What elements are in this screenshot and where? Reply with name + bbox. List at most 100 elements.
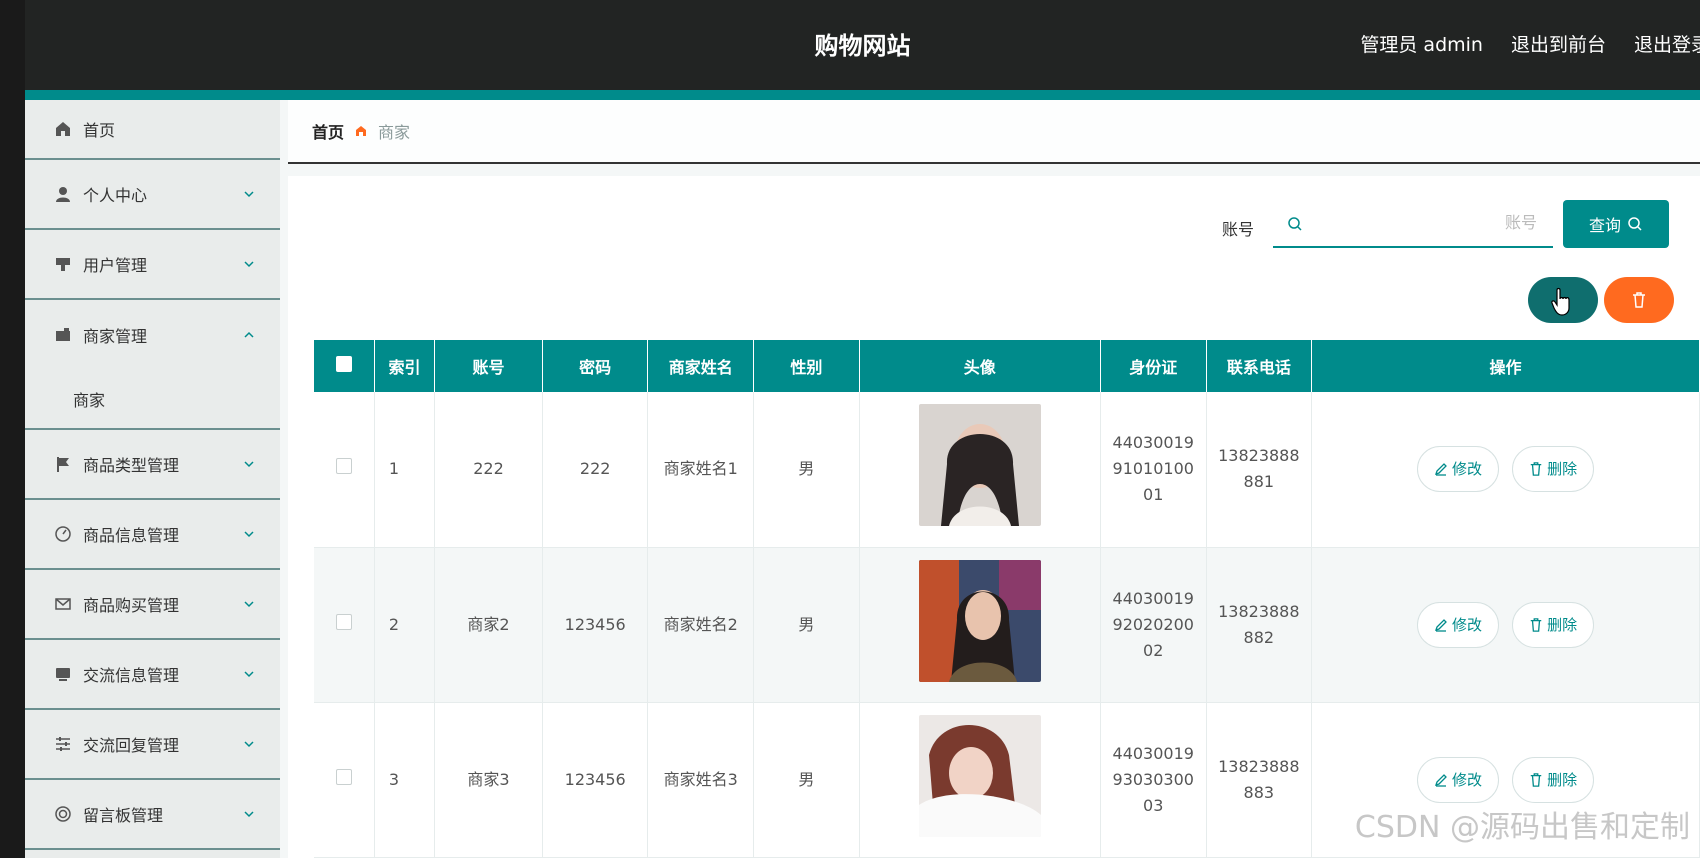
index-cell: 1	[374, 392, 436, 548]
sidebar: 首页 个人中心 用户管理 商家管理 商家 商品类型管理 商品信息管理 商品购买管…	[25, 100, 280, 858]
trash-icon	[1530, 617, 1542, 632]
search-label: 账号	[1222, 220, 1255, 239]
sidebar-item-merchants[interactable]: 商家管理	[25, 300, 280, 370]
index-cell: 3	[374, 702, 436, 858]
query-button[interactable]: 查询	[1563, 200, 1669, 248]
column-header: 账号	[434, 340, 543, 392]
id-card-cell: 440300199303030003	[1100, 702, 1207, 858]
chevron-down-icon	[244, 191, 254, 198]
column-header: 密码	[542, 340, 649, 392]
edit-button[interactable]: 修改	[1416, 601, 1499, 648]
account-cell: 商家2	[434, 547, 543, 703]
row-checkbox-cell	[314, 392, 375, 548]
sidebar-item-personal[interactable]: 个人中心	[25, 160, 280, 230]
users-icon	[53, 254, 73, 274]
edit-button[interactable]: 修改	[1416, 756, 1499, 803]
sidebar-item-guestbook[interactable]: 留言板管理	[25, 780, 280, 850]
merchant-table: 索引 账号 密码 商家姓名 性别 头像 身份证 联系电话 操作 1 222 22…	[314, 340, 1700, 858]
row-checkbox[interactable]	[335, 768, 352, 785]
chevron-down-icon	[244, 671, 254, 678]
delete-button-label: 删除	[1547, 615, 1578, 634]
actions-cell: 修改 删除	[1311, 392, 1700, 548]
batch-delete-button[interactable]	[1604, 277, 1674, 323]
column-header: 性别	[753, 340, 860, 392]
flag-icon	[53, 454, 73, 474]
hand-cursor-icon	[1551, 287, 1570, 316]
column-header: 索引	[374, 340, 436, 392]
chevron-down-icon	[244, 531, 254, 538]
table-header-row: 索引 账号 密码 商家姓名 性别 头像 身份证 联系电话 操作	[314, 340, 1700, 392]
password-cell: 123456	[542, 702, 649, 858]
avatar-cell	[859, 702, 1101, 858]
phone-value: 13823888882	[1218, 601, 1300, 647]
gender-cell: 男	[753, 702, 860, 858]
user-icon	[53, 184, 73, 204]
sidebar-item-product-types[interactable]: 商品类型管理	[25, 430, 280, 500]
search-icon	[1288, 217, 1302, 231]
home-icon	[53, 119, 73, 139]
id-card-cell: 440300199202020002	[1100, 547, 1207, 703]
edit-button[interactable]: 修改	[1416, 446, 1499, 493]
breadcrumb-current: 商家	[378, 123, 411, 142]
logout-link[interactable]: 退出登录	[1634, 30, 1700, 57]
phone-value: 13823888881	[1218, 446, 1300, 492]
id-card-cell: 440300199101010001	[1100, 392, 1207, 548]
sidebar-item-label: 个人中心	[83, 186, 148, 205]
delete-button-label: 删除	[1547, 460, 1578, 479]
edit-icon	[1434, 618, 1447, 632]
sidebar-item-label: 留言板管理	[83, 806, 164, 825]
delete-button-label: 删除	[1547, 770, 1578, 789]
add-button[interactable]	[1528, 277, 1598, 323]
column-header: 商家姓名	[647, 340, 755, 392]
sidebar-item-exchange-reply[interactable]: 交流回复管理	[25, 710, 280, 780]
row-checkbox[interactable]	[335, 458, 352, 475]
admin-label: 管理员 admin	[1360, 34, 1483, 56]
row-checkbox[interactable]	[335, 613, 352, 630]
query-button-label: 查询	[1588, 218, 1621, 235]
sidebar-subitem-merchant[interactable]: 商家	[25, 370, 280, 430]
breadcrumb-separator-icon	[354, 124, 368, 138]
gauge-icon	[53, 524, 73, 544]
sliders-icon	[53, 734, 73, 754]
delete-button[interactable]: 删除	[1512, 446, 1595, 493]
name-cell: 商家姓名2	[647, 547, 755, 703]
content-panel: 账号 查询	[288, 176, 1700, 858]
chevron-down-icon	[244, 741, 254, 748]
app-window: 购物网站 管理员 admin 退出到前台 退出登录 首页 个人中心 用户管理	[25, 0, 1700, 858]
chevron-down-icon	[244, 261, 254, 268]
delete-button[interactable]: 删除	[1512, 601, 1595, 648]
top-right-links: 管理员 admin 退出到前台 退出登录	[1360, 30, 1700, 57]
password-cell: 222	[542, 392, 649, 548]
avatar	[918, 714, 1041, 837]
sidebar-item-product-info[interactable]: 商品信息管理	[25, 500, 280, 570]
sidebar-item-exchange-info[interactable]: 交流信息管理	[25, 640, 280, 710]
edit-icon	[1434, 773, 1447, 787]
target-icon	[53, 804, 73, 824]
account-cell: 商家3	[434, 702, 543, 858]
exit-front-link[interactable]: 退出到前台	[1511, 30, 1606, 57]
sidebar-item-label: 交流回复管理	[83, 736, 180, 755]
phone-cell: 13823888882	[1206, 547, 1313, 703]
breadcrumb: 首页 商家	[288, 100, 1700, 164]
phone-value: 13823888883	[1218, 756, 1300, 802]
id-card-value: 440300199101010001	[1112, 433, 1194, 505]
sidebar-item-users[interactable]: 用户管理	[25, 230, 280, 300]
column-header: 身份证	[1100, 340, 1207, 392]
sidebar-item-purchases[interactable]: 商品购买管理	[25, 570, 280, 640]
chevron-up-icon	[244, 331, 254, 338]
select-all-cell[interactable]	[314, 340, 375, 392]
breadcrumb-home[interactable]: 首页	[312, 119, 344, 143]
top-bar: 购物网站 管理员 admin 退出到前台 退出登录	[25, 0, 1700, 100]
sidebar-item-home[interactable]: 首页	[25, 100, 280, 160]
delete-button[interactable]: 删除	[1512, 756, 1595, 803]
sidebar-item-label: 首页	[83, 121, 116, 140]
account-cell: 222	[434, 392, 543, 548]
watermark: CSDN @源码出售和定制	[1354, 810, 1690, 845]
sidebar-item-label: 交流信息管理	[83, 666, 180, 685]
select-all-checkbox[interactable]	[335, 356, 352, 372]
row-checkbox-cell	[314, 547, 375, 703]
monitor-icon	[53, 664, 73, 684]
search-input[interactable]	[1303, 204, 1553, 244]
mail-icon	[53, 594, 73, 614]
gender-cell: 男	[753, 392, 860, 548]
